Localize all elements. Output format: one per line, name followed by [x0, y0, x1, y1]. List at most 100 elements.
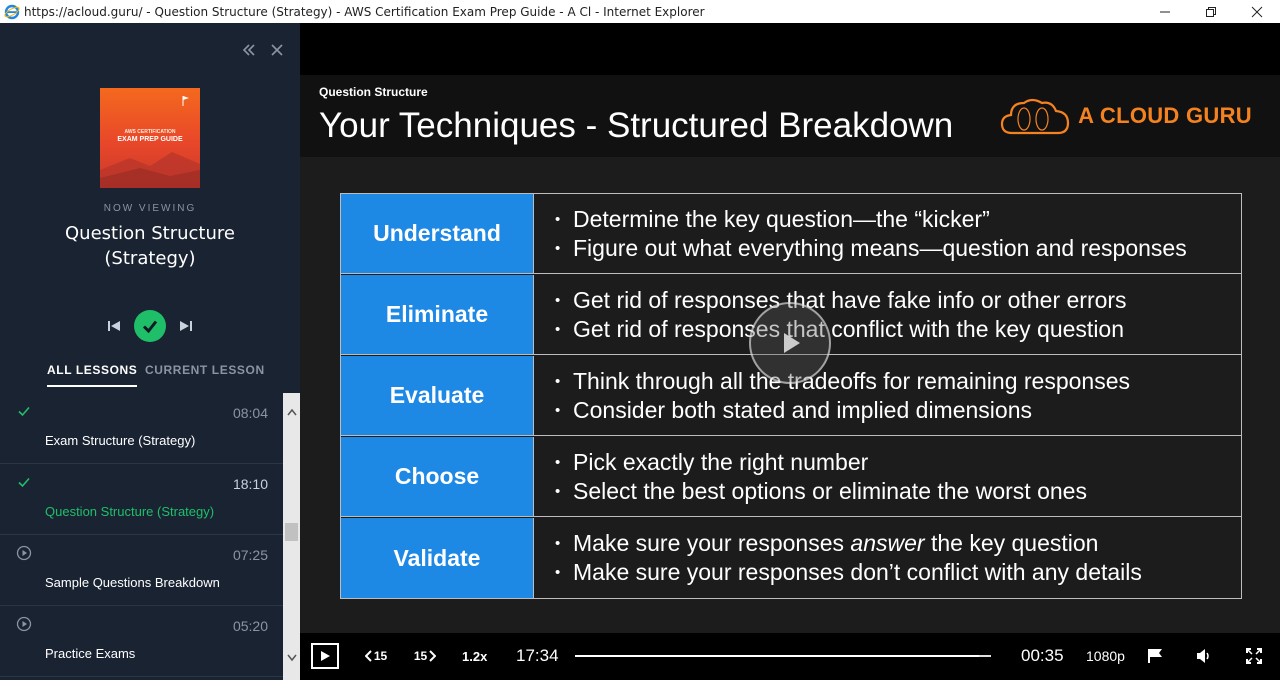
mark-complete-button[interactable]: [134, 310, 166, 342]
tab-all-lessons[interactable]: ALL LESSONS: [47, 363, 138, 387]
table-row: Understand Determine the key question—th…: [341, 194, 1241, 274]
lesson-title: Sample Questions Breakdown: [45, 575, 220, 590]
row-points: Think through all the tradeoffs for rema…: [555, 356, 1130, 435]
emphasized-word: answer: [850, 530, 925, 556]
bullet-point: Determine the key question—the “kicker”: [573, 205, 1187, 234]
current-lesson-title: Question Structure (Strategy): [65, 223, 235, 269]
row-points: Make sure your responses answer the key …: [555, 518, 1142, 598]
tab-current-lesson[interactable]: CURRENT LESSON: [145, 363, 265, 377]
collapse-sidebar-button[interactable]: [242, 43, 256, 57]
play-button[interactable]: [311, 643, 339, 669]
check-icon: [18, 406, 30, 417]
skip-previous-icon: [108, 321, 120, 331]
lesson-nav-controls: [105, 310, 195, 342]
close-sidebar-button[interactable]: [270, 43, 284, 57]
chevron-down-icon: [286, 654, 297, 661]
lesson-duration: 08:04: [232, 405, 268, 421]
row-key: Evaluate: [341, 356, 534, 435]
lesson-title: Practice Exams: [45, 646, 136, 661]
elapsed-time: 17:34: [516, 646, 559, 665]
close-window-button[interactable]: [1234, 0, 1280, 23]
flag-icon: [1148, 649, 1162, 663]
forward-15-button[interactable]: 15: [412, 648, 438, 664]
play-circle-icon: [16, 616, 32, 632]
report-flag-button[interactable]: [1145, 646, 1165, 666]
table-row: Validate Make sure your responses answer…: [341, 518, 1241, 598]
previous-lesson-button[interactable]: [105, 317, 123, 335]
restore-button[interactable]: [1188, 0, 1234, 23]
quality-button[interactable]: 1080p: [1086, 648, 1125, 664]
bullet-point: Make sure your responses answer the key …: [573, 529, 1142, 558]
row-key: Validate: [341, 518, 534, 598]
chevron-left-icon: [364, 650, 372, 662]
playback-speed-button[interactable]: 1.2x: [462, 649, 487, 664]
video-frame-slide: Question Structure Your Techniques - Str…: [300, 75, 1280, 650]
bullet-point: Figure out what everything means—questio…: [573, 234, 1187, 263]
double-chevron-left-icon: [242, 44, 255, 56]
fullscreen-button[interactable]: [1244, 646, 1264, 666]
next-lesson-button[interactable]: [177, 317, 195, 335]
bullet-point: Select the best options or eliminate the…: [573, 477, 1087, 506]
player-controls: 15 15 1.2x 17:34 00:35 1080p: [300, 633, 1280, 680]
restore-icon: [1206, 6, 1216, 17]
now-viewing-label: NOW VIEWING: [103, 203, 197, 214]
progress-fill: [575, 655, 979, 657]
minimize-button[interactable]: [1142, 0, 1188, 23]
row-points: Determine the key question—the “kicker” …: [555, 194, 1187, 273]
bullet-point: Get rid of responses that have fake info…: [573, 286, 1127, 315]
scrollbar-thumb[interactable]: [285, 523, 298, 541]
lesson-tabs: ALL LESSONS CURRENT LESSON: [0, 363, 300, 389]
lesson-item[interactable]: 07:25 Sample Questions Breakdown: [0, 535, 283, 606]
row-points: Pick exactly the right number Select the…: [555, 437, 1087, 516]
climber-flag-icon: [182, 96, 189, 106]
row-key: Eliminate: [341, 275, 534, 354]
sidebar-top-controls: [242, 43, 284, 57]
lesson-list-scrollbar[interactable]: [283, 393, 300, 680]
center-play-button[interactable]: [749, 302, 831, 384]
lesson-item[interactable]: 05:20 Practice Exams: [0, 606, 283, 677]
volume-button[interactable]: [1194, 646, 1214, 666]
volume-icon: [1197, 649, 1209, 663]
lesson-item-current[interactable]: 18:10 Question Structure (Strategy): [0, 464, 283, 535]
course-sidebar: AWS CERTIFICATION EXAM PREP GUIDE NOW VI…: [0, 23, 300, 680]
cover-title: EXAM PREP GUIDE: [117, 136, 183, 143]
progress-bar[interactable]: [575, 655, 991, 657]
window-titlebar: https://acloud.guru/ - Question Structur…: [0, 0, 1280, 23]
techniques-table: Understand Determine the key question—th…: [340, 193, 1242, 599]
cover-subtitle: AWS CERTIFICATION: [124, 129, 176, 135]
window-title: https://acloud.guru/ - Question Structur…: [24, 4, 705, 19]
row-key: Choose: [341, 437, 534, 516]
lesson-title: Exam Structure (Strategy): [45, 433, 196, 448]
play-icon: [784, 333, 800, 353]
slide-title: Your Techniques - Structured Breakdown: [319, 106, 954, 145]
brand-name: A CLOUD GURU: [1078, 103, 1252, 128]
chevron-right-icon: [429, 650, 437, 662]
remaining-time: 00:35: [1021, 646, 1064, 665]
bullet-point: Consider both stated and implied dimensi…: [573, 396, 1130, 425]
rewind-15-button[interactable]: 15: [363, 648, 389, 664]
scroll-down-button[interactable]: [283, 649, 300, 666]
checkmark-icon: [142, 320, 158, 334]
slide-section-label: Question Structure: [319, 85, 428, 99]
play-circle-icon: [16, 545, 32, 561]
bullet-point: Think through all the tradeoffs for rema…: [573, 367, 1130, 396]
course-cover-image: AWS CERTIFICATION EXAM PREP GUIDE: [100, 88, 200, 188]
video-player[interactable]: Question Structure Your Techniques - Str…: [300, 23, 1280, 680]
fullscreen-icon: [1246, 648, 1262, 664]
lesson-item[interactable]: 08:04 Exam Structure (Strategy): [0, 393, 283, 464]
close-icon: [271, 44, 283, 56]
bullet-point: Make sure your responses don’t conflict …: [573, 558, 1142, 587]
table-row: Choose Pick exactly the right number Sel…: [341, 437, 1241, 517]
brand-logo: A CLOUD GURU: [1000, 95, 1252, 137]
bullet-point: Pick exactly the right number: [573, 448, 1087, 477]
lesson-duration: 18:10: [232, 476, 268, 492]
check-icon: [18, 477, 30, 488]
scroll-up-button[interactable]: [283, 403, 300, 420]
slide-header: Question Structure Your Techniques - Str…: [300, 75, 1280, 157]
close-icon: [1251, 6, 1263, 17]
mountain-illustration: [100, 152, 200, 188]
row-points: Get rid of responses that have fake info…: [555, 275, 1127, 354]
lesson-duration: 07:25: [232, 547, 268, 563]
minimize-icon: [1160, 11, 1170, 12]
play-icon: [321, 651, 330, 661]
